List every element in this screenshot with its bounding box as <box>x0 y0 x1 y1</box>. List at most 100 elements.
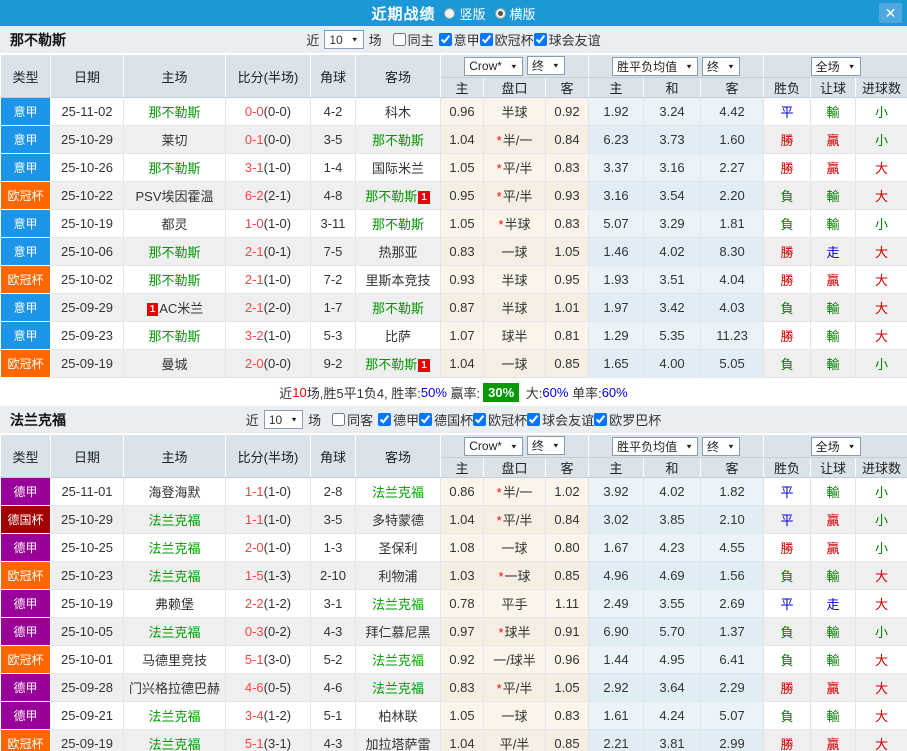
home-team-cell: 法兰克福 <box>123 701 226 730</box>
avg-draw-odds: 4.02 <box>643 477 702 506</box>
layout-radio-label[interactable]: 竖版 <box>459 4 485 23</box>
radio-selected-icon[interactable] <box>494 7 506 19</box>
home-team-cell: 法兰克福 <box>123 729 226 751</box>
league-checkbox[interactable] <box>473 413 487 426</box>
league-filter[interactable]: 欧冠杯 <box>479 30 534 49</box>
summary-part: 场,胜5平1负4, 胜率: <box>306 385 421 401</box>
handicap-change-star: * <box>498 625 504 640</box>
result-handicap: 贏 <box>810 153 857 182</box>
league-checkbox[interactable] <box>594 413 608 426</box>
halftime-score: (1-0) <box>263 328 292 343</box>
league-checkbox[interactable] <box>438 33 452 46</box>
handicap-away-odds: 0.85 <box>544 349 590 378</box>
handicap-away-odds: 1.01 <box>544 293 590 322</box>
league-filters: 德甲 德国杯 欧冠杯 球会友谊 欧罗巴杯 <box>378 410 661 429</box>
handicap-change-star: * <box>496 485 502 500</box>
team-name-text: 马德里竞技 <box>141 653 207 668</box>
league-filter[interactable]: 欧冠杯 <box>473 410 527 429</box>
sub-avg-away: 客 <box>700 457 765 478</box>
league-checkbox[interactable] <box>533 33 547 46</box>
corner-score: 3-1 <box>310 589 356 618</box>
league-checkbox[interactable] <box>419 413 433 426</box>
result-goals: 小 <box>855 505 907 534</box>
avg-group-header: 胜平负均值 ▼ 终 ▼ <box>588 434 765 458</box>
team-name-text: 加拉塔萨雷 <box>365 737 431 751</box>
close-icon[interactable]: ✕ <box>879 3 902 23</box>
league-filter[interactable]: 意甲 <box>438 30 480 49</box>
league-checkbox[interactable] <box>378 413 392 426</box>
handicap-away-odds: 0.85 <box>544 729 590 751</box>
league-checkbox[interactable] <box>479 33 493 46</box>
section-header-napoli: 那不勒斯 近 10 ▼ 场 同主 意甲 欧冠杯 球会友谊 <box>0 26 907 54</box>
table-row: 欧冠杯 25-10-02 那不勒斯 2-1(1-0) 7-2 里斯本竞技 0.9… <box>0 265 907 294</box>
result-handicap: 輸 <box>810 477 857 506</box>
same-venue-filter[interactable]: 同主 <box>392 30 434 49</box>
bookmaker-select[interactable]: Crow* ▼ <box>464 436 523 456</box>
corner-score: 2-10 <box>310 561 356 590</box>
final-odds-select[interactable]: 终 ▼ <box>526 436 565 456</box>
avg-away-odds: 2.29 <box>700 673 765 702</box>
league-filter[interactable]: 球会友谊 <box>533 30 601 49</box>
result-outcome: 勝 <box>763 125 812 154</box>
result-goals: 大 <box>855 589 907 618</box>
result-goals: 小 <box>855 97 907 126</box>
league-badge: 欧冠杯 <box>0 181 51 210</box>
red-card-badge: 1 <box>418 359 430 372</box>
final-avg-select[interactable]: 终 ▼ <box>702 56 740 76</box>
team-name-text: 那不勒斯 <box>148 161 201 176</box>
avg-draw-odds: 3.73 <box>643 125 702 154</box>
team-name-text: 都灵 <box>161 217 188 232</box>
team-name-text: 那不勒斯 <box>148 105 201 120</box>
handicap-away-odds: 0.83 <box>544 701 590 730</box>
league-filter[interactable]: 球会友谊 <box>527 410 594 429</box>
handicap-line: 半球 <box>483 265 546 294</box>
radio-unselected-icon[interactable] <box>444 7 456 19</box>
scope-select[interactable]: 全场 ▼ <box>810 56 861 76</box>
away-team-cell: 圣保利 <box>355 533 441 562</box>
table-row: 欧冠杯 25-09-19 曼城 2-0(0-0) 9-2 那不勒斯 1 1.04 … <box>0 349 907 378</box>
red-card-badge: 1 <box>146 303 159 316</box>
result-handicap: 輸 <box>810 561 857 590</box>
layout-radio-label[interactable]: 横版 <box>510 4 536 23</box>
same-venue-checkbox[interactable] <box>332 413 346 426</box>
avg-away-odds: 2.69 <box>700 589 765 618</box>
fulltime-score: 3-4 <box>244 708 264 723</box>
sub-away: 客 <box>544 457 590 478</box>
scope-select[interactable]: 全场 ▼ <box>810 436 861 456</box>
final-odds-select[interactable]: 终 ▼ <box>526 56 565 76</box>
avg-home-odds: 1.61 <box>588 701 645 730</box>
scope-group-header: 全场 ▼ <box>763 54 907 78</box>
result-outcome: 負 <box>763 561 812 590</box>
handicap-line: *一球 <box>483 561 546 590</box>
games-count-select[interactable]: 10 ▼ <box>324 30 364 49</box>
sub-away: 客 <box>544 77 590 98</box>
avg-home-odds: 2.21 <box>588 729 645 751</box>
same-venue-checkbox[interactable] <box>392 33 406 46</box>
avg-away-odds: 1.60 <box>700 125 765 154</box>
handicap-line: *球半 <box>483 617 546 646</box>
match-date: 25-10-05 <box>50 617 124 646</box>
league-filter[interactable]: 德甲 <box>378 410 419 429</box>
result-goals: 小 <box>855 209 907 238</box>
same-venue-filter[interactable]: 同客 <box>332 410 373 429</box>
fulltime-score: 1-0 <box>244 216 264 231</box>
avg-odds-select[interactable]: 胜平负均值 ▼ <box>612 436 699 456</box>
filter-bar: 近 10 ▼ 场 同客 德甲 德国杯 欧冠杯 球会友谊 欧罗巴杯 <box>246 410 661 429</box>
games-count-select[interactable]: 10 ▼ <box>263 410 304 429</box>
table-row: 意甲 25-09-23 那不勒斯 3-2(1-0) 5-3 比萨 1.07 球半… <box>0 321 907 350</box>
fulltime-score: 5-1 <box>244 736 264 751</box>
corner-score: 3-11 <box>310 209 356 238</box>
league-filter[interactable]: 欧罗巴杯 <box>594 410 661 429</box>
league-checkbox[interactable] <box>527 413 541 426</box>
halftime-score: (2-0) <box>263 300 292 315</box>
table-row: 意甲 25-10-19 都灵 1-0(1-0) 3-11 那不勒斯 1.05 *… <box>0 209 907 238</box>
halftime-score: (1-0) <box>263 216 292 231</box>
fulltime-score: 2-2 <box>244 596 264 611</box>
league-filter[interactable]: 德国杯 <box>419 410 473 429</box>
avg-odds-select[interactable]: 胜平负均值 ▼ <box>612 56 699 76</box>
handicap-change-star: * <box>496 513 502 528</box>
bookmaker-select[interactable]: Crow* ▼ <box>464 56 523 76</box>
avg-away-odds: 2.20 <box>700 181 765 210</box>
final-avg-select[interactable]: 终 ▼ <box>702 436 740 456</box>
result-outcome: 負 <box>763 181 812 210</box>
